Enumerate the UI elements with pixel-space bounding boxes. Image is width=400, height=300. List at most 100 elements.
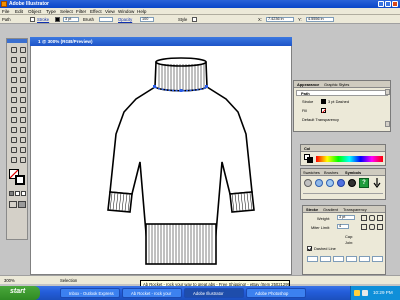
cap-butt-icon[interactable] — [361, 215, 367, 221]
menu-view[interactable]: View — [105, 9, 115, 14]
menu-type[interactable]: Type — [46, 9, 56, 14]
selection-tool-icon[interactable] — [9, 45, 17, 53]
pen-tool-icon[interactable] — [9, 65, 17, 73]
maximize-button[interactable] — [385, 1, 391, 7]
symbol-sprayer-tool-icon[interactable] — [9, 115, 17, 123]
stroke-color-box[interactable] — [15, 175, 25, 185]
symbol-dark-dot-icon[interactable] — [348, 179, 356, 187]
direct-selection-tool-icon[interactable] — [18, 45, 26, 53]
join-bevel-icon[interactable] — [377, 224, 383, 230]
symbol-arrow-icon[interactable] — [373, 178, 381, 188]
menu-effect[interactable]: Effect — [90, 9, 102, 14]
gap-field-3[interactable] — [372, 256, 383, 262]
status-tool[interactable]: Selection — [60, 278, 77, 283]
menu-filter[interactable]: Filter — [76, 9, 86, 14]
line-tool-icon[interactable] — [9, 75, 17, 83]
eyedropper-tool-icon[interactable] — [9, 135, 17, 143]
appearance-scroll-up[interactable] — [385, 89, 390, 95]
tab-gradient[interactable]: Gradient — [323, 207, 338, 212]
color-stroke-swatch[interactable] — [307, 157, 313, 163]
stroke-weight-field[interactable]: 3 pt — [63, 17, 79, 22]
tab-transparency[interactable]: Transparency — [343, 207, 367, 212]
blend-tool-icon[interactable] — [18, 135, 26, 143]
free-transform-tool-icon[interactable] — [18, 105, 26, 113]
join-miter-icon[interactable] — [361, 224, 367, 230]
appearance-stroke-swatch[interactable] — [321, 99, 326, 104]
scissors-tool-icon[interactable] — [18, 145, 26, 153]
menu-file[interactable]: File — [2, 9, 9, 14]
mesh-tool-icon[interactable] — [9, 125, 17, 133]
graph-tool-icon[interactable] — [18, 115, 26, 123]
taskbar-browser[interactable]: Ab Rocket - rock your — [122, 288, 182, 298]
miter-limit-input[interactable]: 4 — [337, 224, 349, 229]
clock[interactable]: 10:29 PM — [373, 290, 393, 295]
color-mode-icon[interactable] — [9, 191, 14, 196]
fill-swatch[interactable] — [30, 17, 35, 22]
menu-edit[interactable]: Edit — [15, 9, 23, 14]
color-spectrum-ramp[interactable] — [316, 156, 383, 162]
standard-screen-mode-icon[interactable] — [9, 201, 17, 208]
lasso-tool-icon[interactable] — [18, 55, 26, 63]
symbol-globe-icon[interactable] — [337, 179, 345, 187]
full-screen-mode-icon[interactable] — [18, 201, 26, 208]
menu-object[interactable]: Object — [28, 9, 41, 14]
tab-graphic-styles[interactable]: Graphic Styles — [324, 82, 349, 87]
tab-stroke[interactable]: Stroke — [306, 207, 318, 212]
style-swatch[interactable] — [192, 17, 197, 22]
tab-color[interactable]: Col — [304, 146, 310, 151]
zoom-level[interactable]: 300% — [4, 278, 15, 283]
sweater-artwork[interactable] — [100, 52, 262, 274]
cap-round-icon[interactable] — [369, 215, 375, 221]
x-field[interactable]: 7.4236 in — [266, 17, 294, 22]
menu-help[interactable]: Help — [137, 9, 146, 14]
zoom-tool-icon[interactable] — [18, 155, 26, 163]
type-tool-icon[interactable] — [18, 65, 26, 73]
taskbar-outlook[interactable]: Inbox - Outlook Express — [60, 288, 120, 298]
dashed-line-checkbox[interactable] — [307, 246, 312, 251]
tab-symbols[interactable]: Symbols — [345, 170, 361, 175]
y-field[interactable]: 4.5556 in — [306, 17, 334, 22]
symbol-blue-dot-icon[interactable] — [315, 179, 323, 187]
tab-appearance[interactable]: Appearance — [297, 82, 319, 87]
gradient-tool-icon[interactable] — [18, 125, 26, 133]
paintbrush-tool-icon[interactable] — [9, 85, 17, 93]
menu-window[interactable]: Window — [118, 9, 134, 14]
join-round-icon[interactable] — [369, 224, 375, 230]
gradient-mode-icon[interactable] — [15, 191, 20, 196]
start-button[interactable]: start — [0, 286, 40, 300]
tab-swatches[interactable]: Swatches — [303, 170, 320, 175]
appearance-header-row[interactable]: Path — [296, 90, 388, 96]
symbol-bubble-icon[interactable] — [326, 179, 334, 187]
rectangle-tool-icon[interactable] — [18, 75, 26, 83]
brush-field[interactable] — [99, 17, 113, 22]
none-mode-icon[interactable] — [21, 191, 26, 196]
magic-wand-tool-icon[interactable] — [9, 55, 17, 63]
gap-field-1[interactable] — [320, 256, 331, 262]
minimize-button[interactable] — [378, 1, 384, 7]
opacity-link[interactable]: Opacity — [118, 17, 132, 22]
symbol-grey-dot-icon[interactable] — [304, 179, 312, 187]
taskbar-photoshop[interactable]: Adobe Photoshop — [246, 288, 306, 298]
cap-square-icon[interactable] — [377, 215, 383, 221]
symbol-question-icon[interactable]: ? — [359, 178, 369, 188]
tools-grip[interactable] — [7, 39, 27, 43]
tray-network-icon[interactable] — [354, 290, 360, 296]
rotate-tool-icon[interactable] — [9, 95, 17, 103]
taskbar-illustrator[interactable]: Adobe Illustrator — [184, 288, 244, 298]
dash-field-2[interactable] — [333, 256, 344, 262]
menu-select[interactable]: Select — [60, 9, 73, 14]
slice-tool-icon[interactable] — [9, 145, 17, 153]
appearance-fill-swatch[interactable] — [321, 108, 326, 113]
warp-tool-icon[interactable] — [9, 105, 17, 113]
tab-brushes[interactable]: Brushes — [324, 170, 338, 175]
hand-tool-icon[interactable] — [9, 155, 17, 163]
tray-volume-icon[interactable] — [362, 290, 368, 296]
close-button[interactable] — [392, 1, 398, 7]
dash-field-1[interactable] — [307, 256, 318, 262]
stroke-link[interactable]: Stroke — [37, 17, 49, 22]
opacity-field[interactable]: 100 — [140, 17, 154, 22]
appearance-scroll-down[interactable] — [385, 121, 390, 127]
dash-field-3[interactable] — [359, 256, 370, 262]
stroke-swatch[interactable] — [55, 17, 60, 22]
scale-tool-icon[interactable] — [18, 95, 26, 103]
